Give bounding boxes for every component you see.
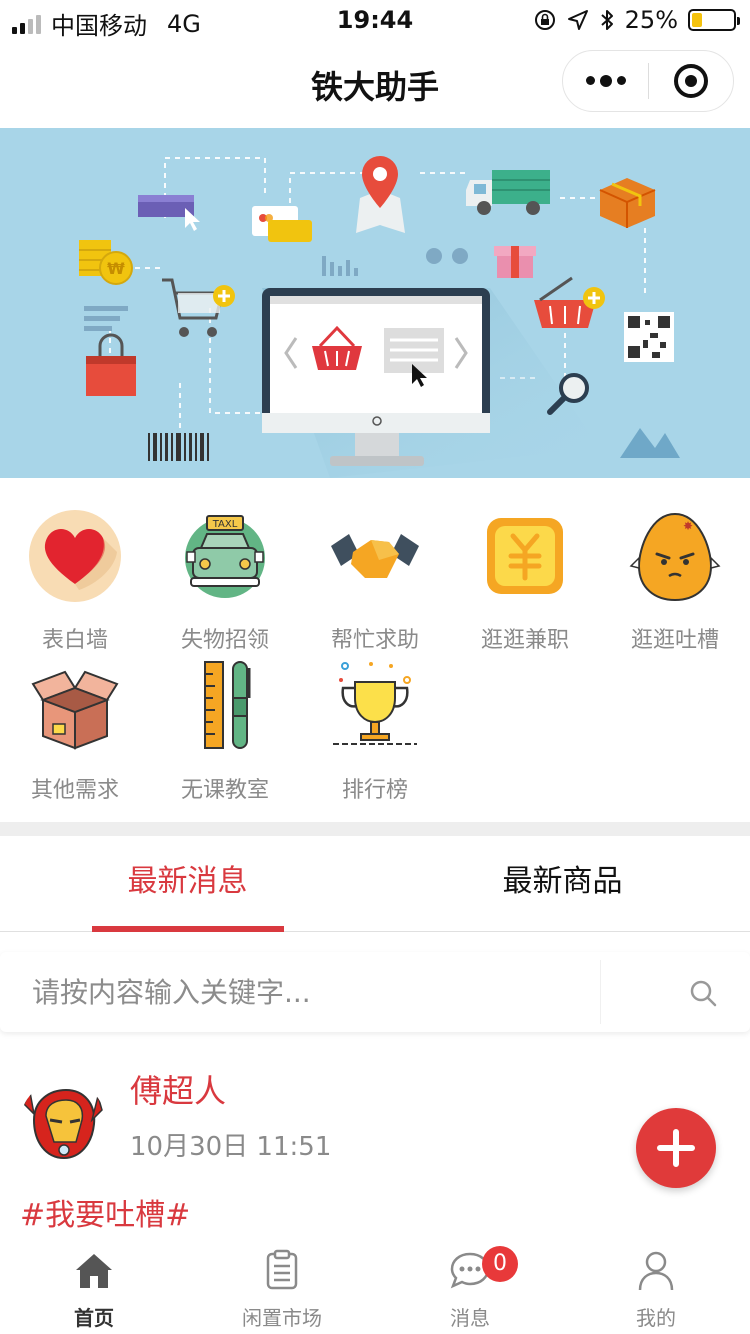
- active-tab-indicator: [92, 926, 284, 932]
- grid-item-lost-and-found[interactable]: TAXL 失物招领: [150, 500, 300, 653]
- grid-item-ranking[interactable]: 排行榜: [300, 650, 450, 803]
- tab-home[interactable]: 首页: [0, 1236, 188, 1334]
- mini-program-capsule: [562, 50, 734, 112]
- close-mini-program-button[interactable]: [649, 64, 733, 98]
- grid-label: 逛逛兼职: [480, 628, 569, 653]
- ironman-avatar-icon: [20, 1080, 106, 1166]
- svg-text:TAXL: TAXL: [212, 519, 238, 530]
- post-author[interactable]: 傅超人: [130, 1066, 226, 1112]
- status-bar: 中国移动 4G 19:44 25%: [0, 0, 750, 42]
- content-tabs: 最新消息 最新商品: [0, 836, 750, 932]
- tab-mine[interactable]: 我的: [562, 1236, 750, 1334]
- grid-item-confession-wall[interactable]: 表白墙: [0, 500, 150, 653]
- add-post-button[interactable]: [636, 1108, 716, 1188]
- clipboard-icon: [266, 1249, 298, 1290]
- plus-icon: [657, 1129, 695, 1167]
- handshake-icon: [331, 534, 419, 578]
- svg-text:₩: ₩: [107, 259, 125, 278]
- grid-label: 排行榜: [341, 778, 408, 803]
- message-count-badge: 0: [482, 1246, 518, 1282]
- tab-second-hand-market[interactable]: 闲置市场: [188, 1236, 376, 1334]
- box-icon: [31, 670, 119, 750]
- tab-label: 首页: [74, 1306, 114, 1330]
- svg-text:✸: ✸: [683, 519, 693, 533]
- location-arrow-icon: [567, 10, 588, 30]
- battery-fill: [692, 13, 702, 27]
- tab-latest-news[interactable]: 最新消息: [0, 836, 375, 932]
- home-icon: [76, 1254, 112, 1288]
- grid-item-help[interactable]: 帮忙求助: [300, 500, 450, 653]
- grid-label: 其他需求: [30, 778, 119, 803]
- grid-item-free-classroom[interactable]: 无课教室: [150, 650, 300, 803]
- bluetooth-icon: [600, 10, 613, 30]
- yen-coin-icon: [487, 518, 563, 594]
- grid-label: 逛逛吐槽: [630, 628, 719, 653]
- grid-item-part-time[interactable]: 逛逛兼职: [450, 500, 600, 653]
- avatar[interactable]: [20, 1080, 106, 1166]
- bottom-tab-bar: 首页 闲置市场 消息 我的: [0, 1236, 750, 1334]
- user-icon: [638, 1251, 674, 1291]
- tab-label: 闲置市场: [242, 1306, 322, 1330]
- search-divider: [600, 960, 601, 1024]
- search-icon[interactable]: [688, 978, 718, 1008]
- grid-item-complaints[interactable]: ✸ 逛逛吐槽: [600, 500, 750, 653]
- nav-bar: 铁大助手: [0, 42, 750, 128]
- more-menu-button[interactable]: [563, 74, 648, 87]
- trophy-icon: [333, 662, 417, 745]
- rotation-lock-icon: [534, 10, 555, 30]
- tab-label: 我的: [636, 1306, 676, 1330]
- angry-egg-icon: ✸: [629, 512, 721, 602]
- section-divider: [0, 822, 750, 836]
- grid-label: 无课教室: [180, 778, 269, 803]
- ruler-pen-icon: [204, 661, 251, 749]
- post-timestamp: 10月30日 11:51: [130, 1132, 332, 1162]
- heart-icon: [29, 510, 121, 602]
- banner-image[interactable]: ₩: [0, 128, 750, 478]
- tab-messages[interactable]: 消息: [376, 1236, 564, 1334]
- tab-label: 消息: [450, 1306, 490, 1330]
- feature-grid: 表白墙 TAXL 失物招领 帮忙求助 逛逛兼职 ✸ 逛逛吐槽 其他需求 无课教室…: [0, 500, 750, 822]
- battery-percent: 25%: [624, 6, 678, 34]
- taxi-icon: TAXL: [185, 515, 265, 598]
- search-input[interactable]: [32, 952, 592, 1032]
- status-right: 25%: [533, 6, 740, 34]
- battery-icon: [688, 9, 740, 31]
- tab-latest-goods[interactable]: 最新商品: [375, 836, 750, 932]
- grid-item-other-needs[interactable]: 其他需求: [0, 650, 150, 803]
- ecommerce-illustration: ₩: [0, 128, 750, 478]
- target-icon: [673, 64, 708, 98]
- post-tag[interactable]: #我要吐槽#: [20, 1190, 190, 1234]
- search-bar: [0, 952, 750, 1032]
